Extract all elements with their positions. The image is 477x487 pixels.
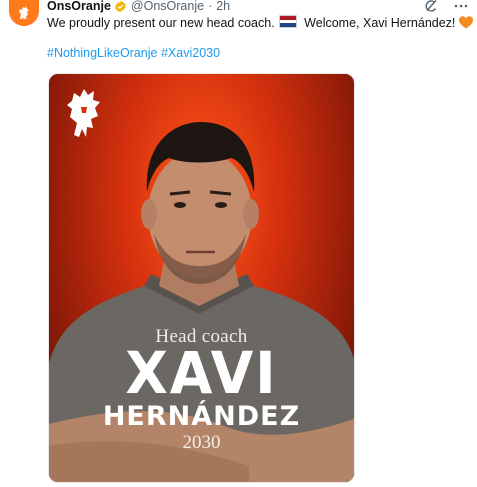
header-actions (423, 0, 469, 13)
poster-year: 2030 (182, 432, 221, 453)
tweet-header: OnsOranje @OnsOranje · 2h (47, 0, 465, 12)
separator-dot: · (208, 0, 213, 13)
tweet-text-part1: We proudly present our new head coach. (47, 16, 275, 30)
netherlands-flag-icon (278, 15, 297, 28)
poster-last-name: HERNÁNDEZ (102, 401, 301, 432)
tweet[interactable]: OnsOranje @OnsOranje · 2h We proudly pre… (0, 0, 477, 487)
poster-first-name: XAVI (125, 339, 278, 407)
orange-heart-icon (459, 16, 474, 29)
timestamp[interactable]: 2h (216, 0, 230, 12)
hashtag-link-nothinglikeoranje[interactable]: #NothingLikeOranje (47, 46, 158, 60)
tweet-text: We proudly present our new head coach. W… (47, 14, 474, 32)
lion-crest-icon (67, 89, 100, 137)
hashtags: #NothingLikeOranje #Xavi2030 (47, 44, 220, 62)
hashtag-link-xavi2030[interactable]: #Xavi2030 (161, 46, 220, 60)
grok-icon[interactable] (423, 0, 439, 13)
verified-badge-icon (115, 0, 126, 12)
more-options-icon[interactable] (453, 0, 469, 13)
knvb-lion-logo-icon (19, 6, 29, 20)
avatar[interactable] (9, 0, 39, 26)
display-name[interactable]: OnsOranje (47, 0, 111, 12)
tweet-text-part2: Welcome, Xavi Hernández! (304, 16, 456, 30)
tweet-media-image[interactable]: Head coach XAVI HERNÁNDEZ 2030 (48, 73, 355, 483)
handle[interactable]: @OnsOranje (131, 0, 204, 12)
